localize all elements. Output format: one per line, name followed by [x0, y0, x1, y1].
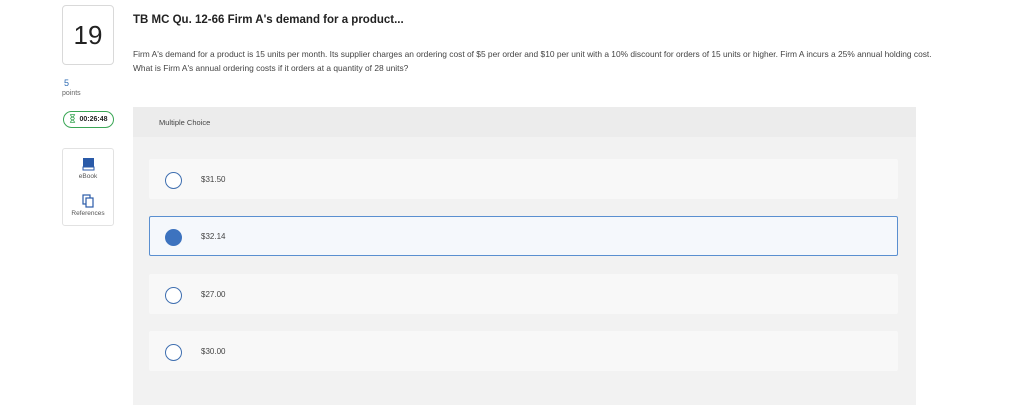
references-label: References	[71, 210, 105, 217]
radio-icon[interactable]	[165, 287, 182, 304]
timer-value: 00:26:48	[79, 116, 108, 123]
hourglass-icon	[69, 114, 76, 125]
answer-option-4[interactable]: $30.00	[149, 331, 898, 371]
references-icon	[63, 194, 113, 208]
points-label: points	[62, 90, 81, 97]
radio-icon[interactable]	[165, 344, 182, 361]
answer-option-label: $32.14	[201, 232, 226, 241]
timer-badge[interactable]: 00:26:48	[63, 111, 114, 128]
points-value: 5	[64, 78, 70, 88]
question-title: TB MC Qu. 12-66 Firm A's demand for a pr…	[133, 14, 404, 26]
radio-icon[interactable]	[165, 172, 182, 189]
multiple-choice-label: Multiple Choice	[159, 118, 211, 127]
ebook-button[interactable]: eBook	[63, 157, 113, 180]
question-text: Firm A's demand for a product is 15 unit…	[133, 49, 932, 73]
references-button[interactable]: References	[63, 194, 113, 217]
answer-option-label: $31.50	[201, 175, 226, 184]
answer-option-2[interactable]: $32.14	[149, 216, 898, 256]
answer-option-label: $30.00	[201, 347, 226, 356]
answer-option-label: $27.00	[201, 290, 226, 299]
answer-option-3[interactable]: $27.00	[149, 274, 898, 314]
question-number: 19	[62, 5, 114, 65]
ebook-label: eBook	[78, 173, 98, 180]
answer-option-1[interactable]: $31.50	[149, 159, 898, 199]
multiple-choice-header: Multiple Choice	[133, 107, 916, 137]
radio-icon[interactable]	[165, 229, 182, 246]
ebook-icon	[63, 157, 113, 171]
tools-panel: eBook References	[62, 148, 114, 226]
